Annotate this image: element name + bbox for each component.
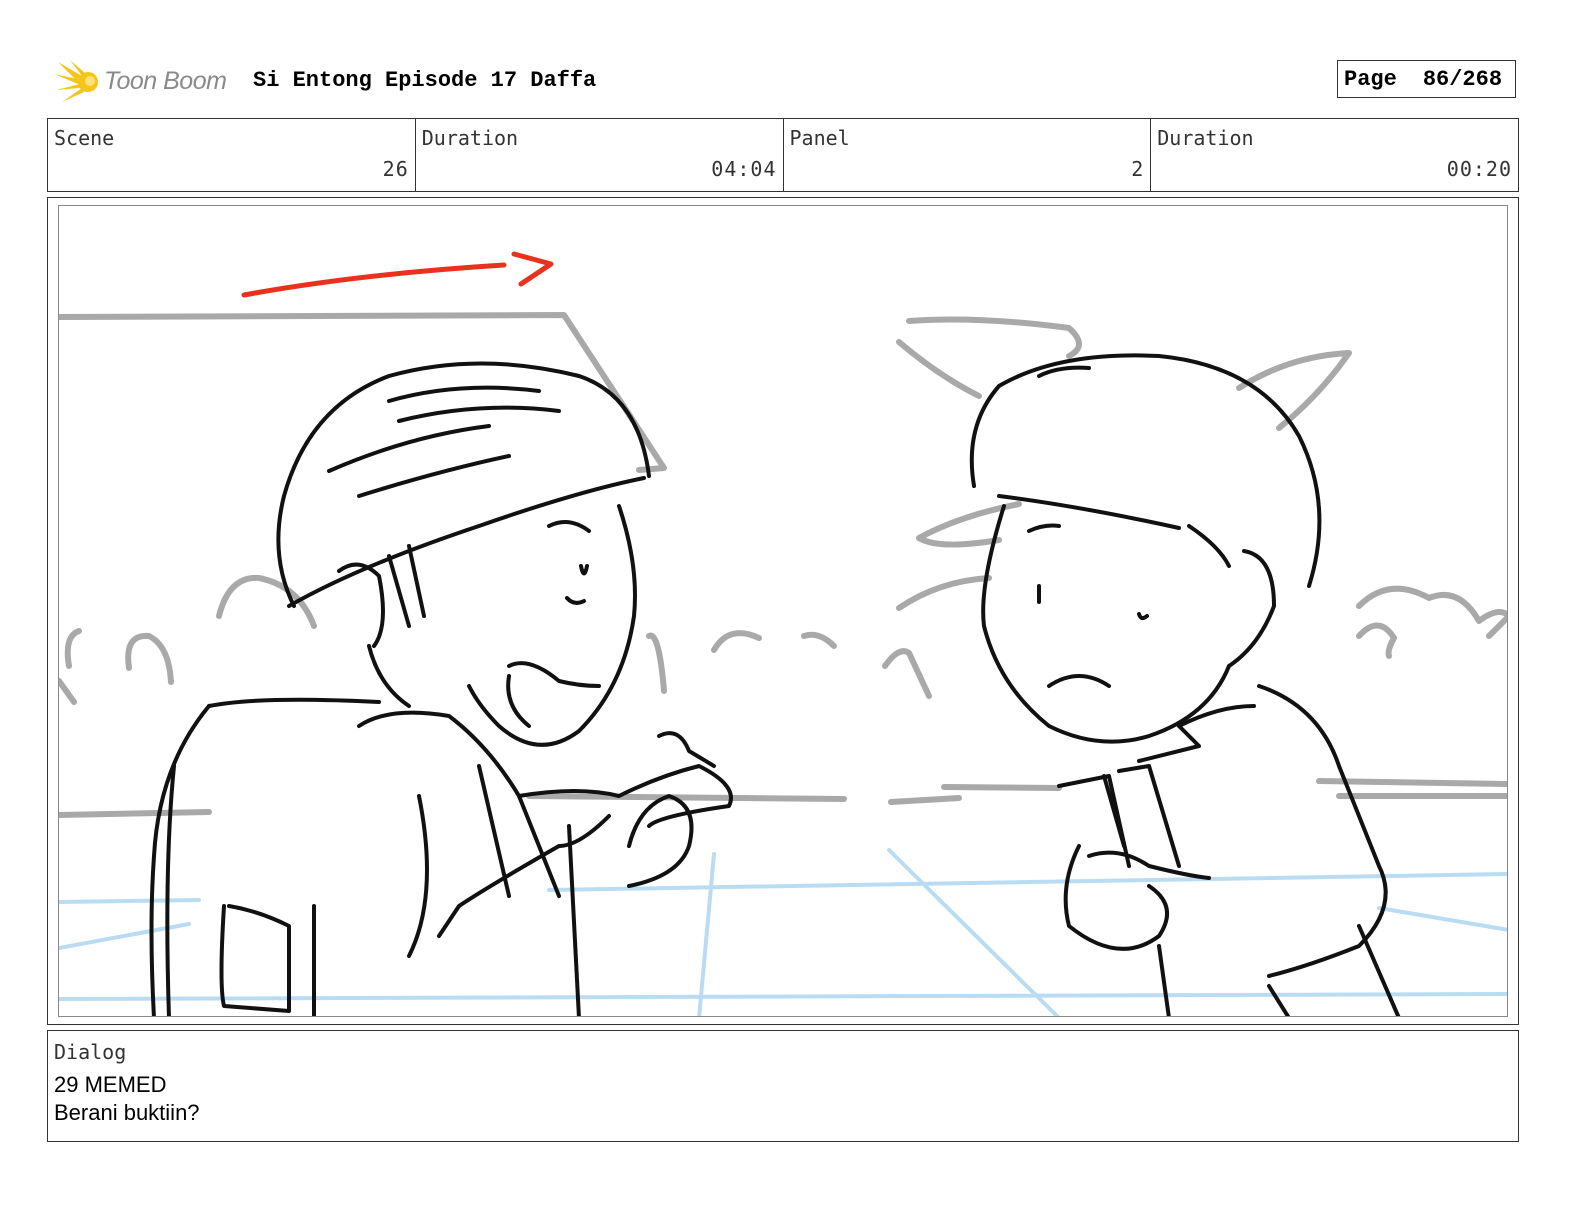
panel-duration-cell: Duration 00:20 <box>1151 119 1518 191</box>
camera-arrow-icon <box>241 251 554 298</box>
scene-duration-value: 04:04 <box>711 157 777 181</box>
dialog-line-2: Berani buktiin? <box>54 1100 200 1125</box>
panel-cell: Panel 2 <box>784 119 1152 191</box>
page-label: Page <box>1344 66 1397 92</box>
panel-value: 2 <box>1131 157 1145 181</box>
starburst-logo-icon <box>54 60 98 102</box>
scene-duration-cell: Duration 04:04 <box>416 119 784 191</box>
scene-cell: Scene 26 <box>48 119 416 191</box>
scene-label: Scene <box>54 126 115 150</box>
dialog-box: Dialog 29 MEMED Berani buktiin? <box>47 1030 1519 1142</box>
page-indicator: Page 86/268 <box>1337 60 1516 98</box>
left-character-sketch <box>149 361 733 1016</box>
background-lines <box>59 312 1507 818</box>
panel-duration-value: 00:20 <box>1446 157 1512 181</box>
dialog-line-1: 29 MEMED <box>54 1072 167 1097</box>
toon-boom-logo: Toon Boom <box>52 56 242 106</box>
right-character-sketch <box>969 353 1401 1016</box>
scene-duration-label: Duration <box>421 126 519 150</box>
panel-info-row: Scene 26 Duration 04:04 Panel 2 Duration… <box>47 118 1519 192</box>
document-title: Si Entong Episode 17 Daffa <box>253 68 597 93</box>
storyboard-panel <box>47 197 1519 1025</box>
scene-value: 26 <box>382 157 409 181</box>
page-header: Toon Boom Si Entong Episode 17 Daffa Pag… <box>52 56 1520 106</box>
floor-grid-lines <box>59 848 1507 1016</box>
logo-text: Toon Boom <box>104 67 227 95</box>
storyboard-sketch <box>59 251 1507 1016</box>
page-value: 86/268 <box>1422 66 1503 92</box>
panel-duration-label: Duration <box>1157 126 1254 150</box>
panel-drawing-frame <box>58 205 1508 1017</box>
dialog-label: Dialog <box>54 1040 127 1064</box>
panel-label: Panel <box>789 126 850 150</box>
